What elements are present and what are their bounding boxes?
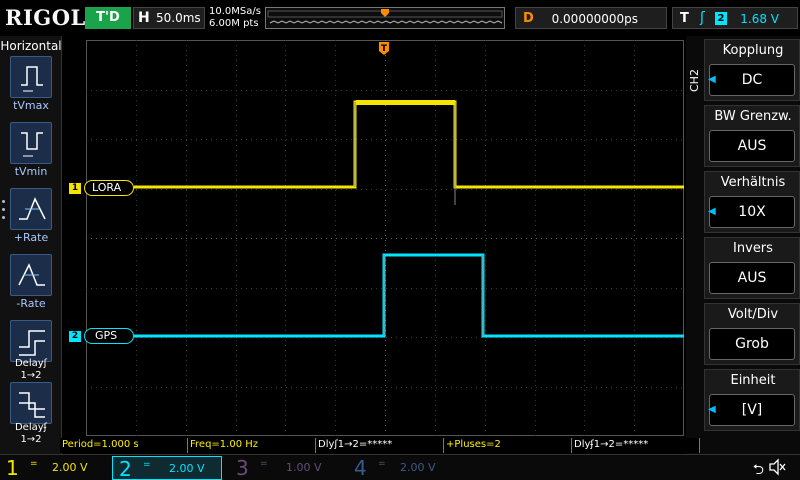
channel-tag: CH2 xyxy=(688,69,701,92)
timebase-value: 50.0ms xyxy=(156,11,201,25)
menu-title: Horizontal xyxy=(0,39,62,53)
chevron-left-icon: ◀ xyxy=(708,206,716,217)
channel-settings-menu: CH2 Kopplung DC ◀ BW Grenzw. AUS Verhält… xyxy=(686,36,800,454)
measurement-frequency[interactable]: Freq=1.00 Hz xyxy=(188,438,316,453)
delay-rise-icon xyxy=(19,330,45,356)
coupling-value: DC xyxy=(709,64,795,96)
memory-trigger-marker xyxy=(381,9,389,17)
ch4-status[interactable]: 4 = 2.00 V xyxy=(348,456,463,480)
delay-fall-icon xyxy=(19,392,45,418)
memory-position-bar[interactable] xyxy=(265,7,505,29)
sample-rate: 10.0MSa/s xyxy=(209,6,261,17)
tvmax-label: tVmax xyxy=(13,99,49,112)
trigger-label: T xyxy=(680,11,689,26)
measurement-delay-rise[interactable]: Dlyʃ1→2=***** xyxy=(316,438,444,453)
waveform-traces: T xyxy=(134,42,684,338)
delay-label: D xyxy=(523,11,534,26)
negative-rate-button[interactable] xyxy=(10,254,52,296)
chevron-left-icon: ◀ xyxy=(708,404,716,415)
volt-div-menu-item[interactable]: Volt/Div Grob xyxy=(704,303,800,365)
measurement-bar: Period=1.000 s Freq=1.00 Hz Dlyʃ1→2=****… xyxy=(60,438,700,453)
ch3-status[interactable]: 3 = 1.00 V xyxy=(230,456,345,480)
timebase-indicator[interactable]: H 50.0ms xyxy=(133,7,205,29)
measurement-period[interactable]: Period=1.000 s xyxy=(60,438,188,453)
delay-fall-label: Delayʄ 1→2 xyxy=(14,422,48,445)
positive-rate-label: +Rate xyxy=(13,231,49,244)
negative-rate-icon xyxy=(18,263,45,286)
ch2-status[interactable]: 2 = 2.00 V xyxy=(112,456,222,480)
ch1-status[interactable]: 1 = 2.00 V xyxy=(0,456,110,480)
volt-div-value: Grob xyxy=(709,328,795,360)
speaker-mute-icon[interactable] xyxy=(768,458,786,476)
ch1-pulse-top xyxy=(356,100,455,105)
trigger-indicator[interactable]: T ʃ 2 1.68 V xyxy=(672,7,798,29)
invert-menu-item[interactable]: Invers AUS xyxy=(704,237,800,299)
unit-menu-item[interactable]: Einheit [V] ◀ xyxy=(704,369,800,431)
top-status-bar: RIGOL T'D H 50.0ms 10.0MSa/s 6.00M pts D… xyxy=(0,0,800,36)
timebase-label: H xyxy=(138,10,150,26)
ch1-label-marker[interactable]: LORA xyxy=(84,180,134,196)
trigger-position-marker: T xyxy=(379,42,389,55)
brand-logo: RIGOL xyxy=(5,5,86,30)
probe-ratio-value: 10X xyxy=(709,196,795,228)
ch2-offset-marker[interactable]: 2 xyxy=(69,331,81,342)
delay-rise-button[interactable] xyxy=(10,320,52,362)
tvmax-button[interactable] xyxy=(10,56,52,98)
invert-value: AUS xyxy=(709,262,795,294)
tvmin-button[interactable] xyxy=(10,122,52,164)
delay-fall-button[interactable] xyxy=(10,382,52,424)
page-dot xyxy=(2,200,5,203)
delay-rise-label: Delayʃ 1→2 xyxy=(14,358,48,381)
ch2-trace xyxy=(134,253,684,338)
tvmin-icon xyxy=(21,132,43,157)
tvmax-icon xyxy=(21,66,43,92)
bandwidth-limit-menu-item[interactable]: BW Grenzw. AUS xyxy=(704,105,800,167)
probe-ratio-menu-item[interactable]: Verhältnis 10X ◀ xyxy=(704,171,800,233)
memory-depth: 6.00M pts xyxy=(209,18,259,29)
rising-edge-icon: ʃ xyxy=(700,10,705,26)
unit-value: [V] xyxy=(709,394,795,426)
page-dot xyxy=(2,208,5,211)
usb-icon: ⮌ xyxy=(752,462,764,478)
coupling-menu-item[interactable]: Kopplung DC ◀ xyxy=(704,39,800,101)
measurement-delay-fall[interactable]: Dlyʄ1→2=***** xyxy=(572,438,700,453)
positive-rate-button[interactable] xyxy=(10,188,52,230)
ch1-trace xyxy=(134,100,684,189)
measurement-positive-pulses[interactable]: +Pluses=2 xyxy=(444,438,572,453)
page-dot xyxy=(2,216,5,219)
memory-waveform-preview xyxy=(267,9,503,24)
trigger-level-value: 1.68 V xyxy=(740,12,779,26)
negative-rate-label: -Rate xyxy=(16,297,46,310)
channel-status-bar: 1 = 2.00 V 2 = 2.00 V 3 = 1.00 V 4 = 2.0… xyxy=(0,454,800,480)
chevron-left-icon: ◀ xyxy=(708,74,716,85)
ch2-label-marker[interactable]: GPS xyxy=(84,328,134,344)
bandwidth-limit-value: AUS xyxy=(709,130,795,162)
acquisition-info: 10.0MSa/s 6.00M pts xyxy=(209,6,261,30)
horizontal-delay-indicator[interactable]: D 0.00000000ps xyxy=(515,7,667,29)
ch1-offset-marker[interactable]: 1 xyxy=(69,183,81,194)
run-stop-status[interactable]: T'D xyxy=(85,7,131,29)
positive-rate-icon xyxy=(19,197,46,220)
trigger-source-badge: 2 xyxy=(715,12,727,25)
horizontal-measure-menu: Horizontal tVmax tVmin +Rate -Rate Delay… xyxy=(0,36,62,454)
tvmin-label: tVmin xyxy=(14,165,48,178)
waveform-display[interactable]: T LORA 1 GPS 2 T xyxy=(69,40,700,436)
svg-text:T: T xyxy=(381,44,388,54)
delay-value: 0.00000000ps xyxy=(551,12,638,26)
